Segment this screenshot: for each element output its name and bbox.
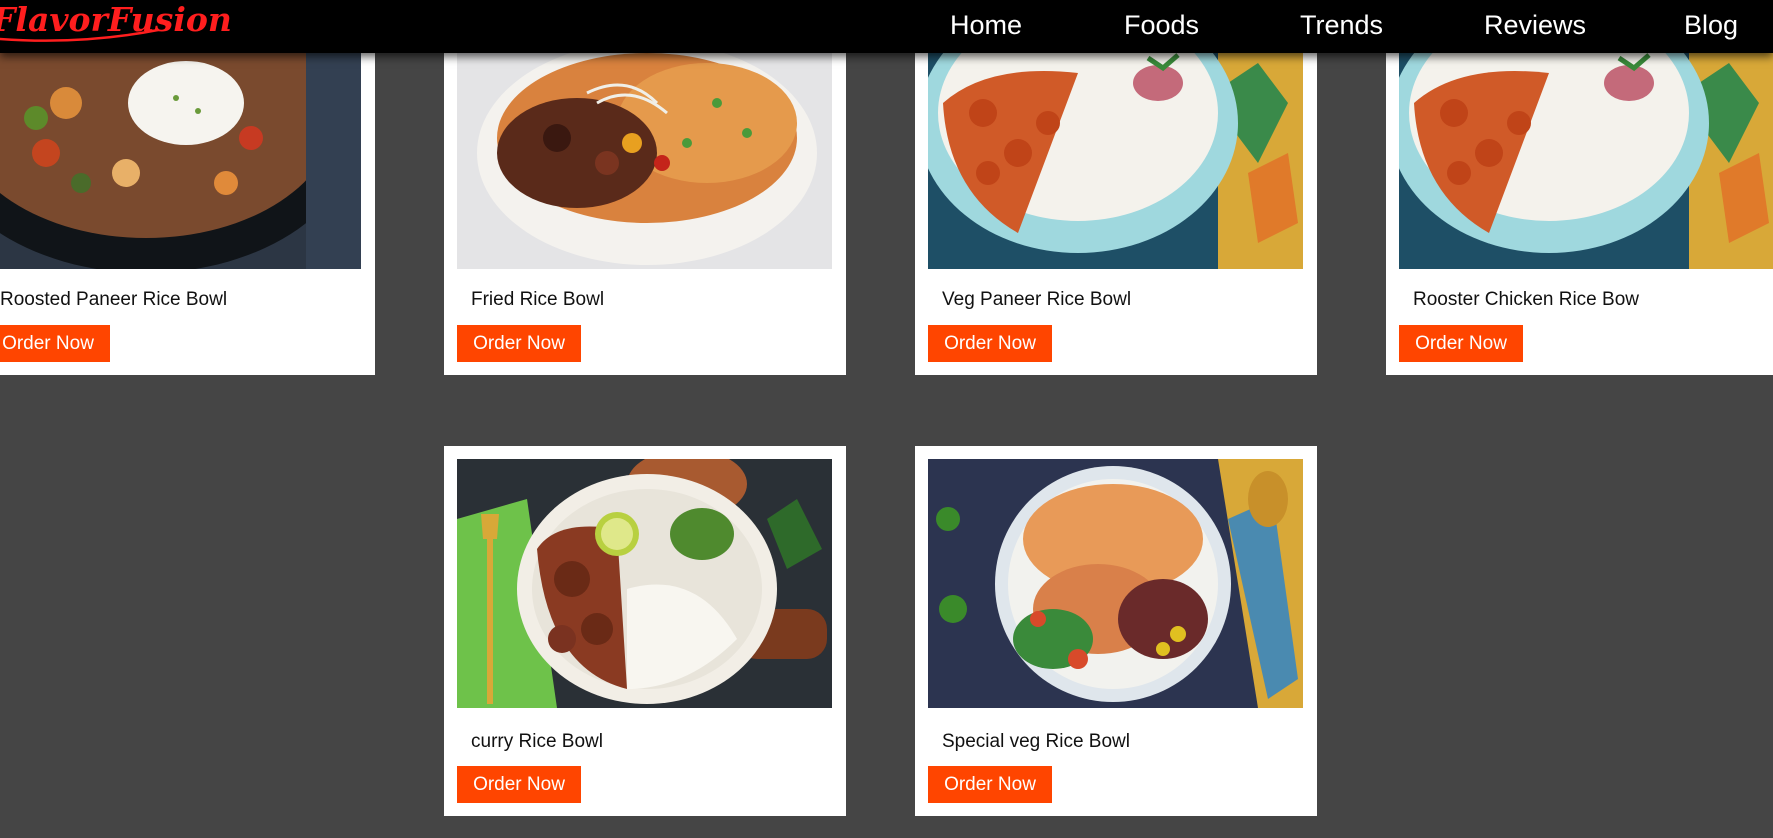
- product-title: Fried Rice Bowl: [471, 289, 605, 310]
- product-image: [1399, 43, 1773, 269]
- product-title: curry Rice Bowl: [471, 731, 603, 752]
- product-image: [0, 43, 361, 269]
- product-image: [457, 459, 832, 708]
- order-now-button[interactable]: Order Now: [457, 766, 581, 803]
- product-card: Fried Rice Bowl Order Now: [444, 43, 846, 375]
- product-card: Rooster Chicken Rice Bow Order Now: [1386, 43, 1773, 375]
- product-card: Special veg Rice Bowl Order Now: [915, 446, 1317, 816]
- product-title: Roosted Paneer Rice Bowl: [0, 289, 228, 310]
- product-image: [928, 43, 1303, 269]
- brand-logo[interactable]: FlavorFusion: [0, 0, 232, 50]
- nav-link-reviews[interactable]: Reviews: [1484, 8, 1586, 42]
- product-card: Veg Paneer Rice Bowl Order Now: [915, 43, 1317, 375]
- top-navbar: FlavorFusion Home Foods Trends Reviews B…: [0, 0, 1773, 53]
- order-now-button[interactable]: Order Now: [928, 325, 1052, 362]
- nav-link-blog[interactable]: Blog: [1684, 8, 1738, 42]
- product-card: curry Rice Bowl Order Now: [444, 446, 846, 816]
- nav-link-home[interactable]: Home: [950, 8, 1022, 42]
- product-title: Veg Paneer Rice Bowl: [942, 289, 1132, 310]
- product-card: Roosted Paneer Rice Bowl Order Now: [0, 43, 375, 375]
- product-title: Rooster Chicken Rice Bow: [1413, 289, 1639, 310]
- product-image: [928, 459, 1303, 708]
- order-now-button[interactable]: Order Now: [928, 766, 1052, 803]
- order-now-button[interactable]: Order Now: [1399, 325, 1523, 362]
- nav-link-trends[interactable]: Trends: [1300, 8, 1383, 42]
- nav-link-foods[interactable]: Foods: [1124, 8, 1199, 42]
- logo-swoosh-underline: [0, 28, 159, 42]
- order-now-button[interactable]: Order Now: [457, 325, 581, 362]
- product-title: Special veg Rice Bowl: [942, 731, 1130, 752]
- order-now-button[interactable]: Order Now: [0, 325, 110, 362]
- product-image: [457, 43, 832, 269]
